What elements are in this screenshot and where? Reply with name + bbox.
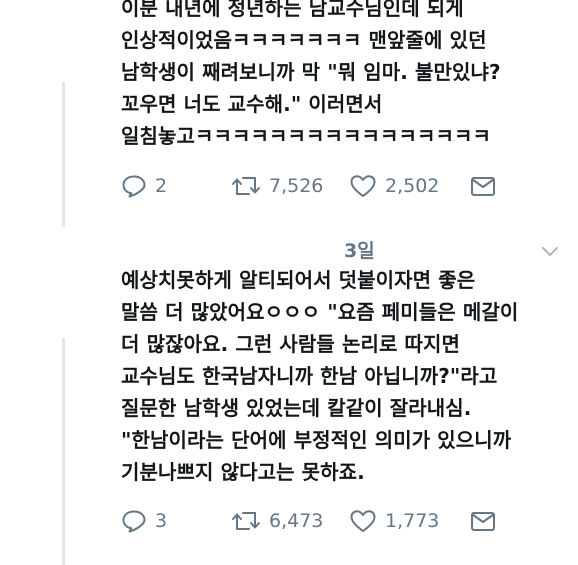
- reply-icon: [122, 175, 146, 198]
- retweet-icon: [232, 177, 260, 195]
- chevron-down-icon: [542, 247, 558, 256]
- tweet-text: 이분 내년에 정년하는 남교수님인데 되게 인상적이었음ㅋㅋㅋㅋㅋㅋㅋ 맨앞줄에…: [121, 0, 501, 148]
- retweet-button[interactable]: 7,526: [231, 171, 349, 201]
- like-count: 2,502: [385, 175, 440, 197]
- reply-count: 3: [155, 510, 168, 532]
- envelope-icon: [471, 512, 495, 531]
- like-button[interactable]: 1,773: [349, 506, 469, 536]
- tweet-actions: 3 6,473 1,773: [121, 506, 509, 536]
- tweet-date[interactable]: 3일: [344, 236, 375, 263]
- reply-button[interactable]: 2: [121, 171, 231, 201]
- tweet-menu-button[interactable]: [540, 244, 560, 263]
- like-button[interactable]: 2,502: [349, 171, 469, 201]
- retweet-count: 6,473: [269, 510, 324, 532]
- thread-line: [62, 82, 65, 227]
- retweet-button[interactable]: 6,473: [231, 506, 349, 536]
- retweet-count: 7,526: [269, 175, 324, 197]
- reply-button[interactable]: 3: [121, 506, 231, 536]
- direct-message-button[interactable]: [469, 506, 509, 536]
- envelope-icon: [471, 177, 495, 196]
- reply-icon: [122, 510, 146, 533]
- retweet-icon: [232, 512, 260, 530]
- heart-icon: [350, 510, 376, 532]
- tweet-text: 예상치못하게 알티되어서 덧붙이자면 좋은 말씀 더 많았어요ㅇㅇㅇ "요즘 페…: [121, 268, 519, 484]
- tweet-actions: 2 7,526 2,502: [121, 171, 509, 201]
- thread-line: [62, 338, 65, 565]
- heart-icon: [350, 175, 376, 197]
- reply-count: 2: [155, 175, 168, 197]
- direct-message-button[interactable]: [469, 171, 509, 201]
- like-count: 1,773: [385, 510, 440, 532]
